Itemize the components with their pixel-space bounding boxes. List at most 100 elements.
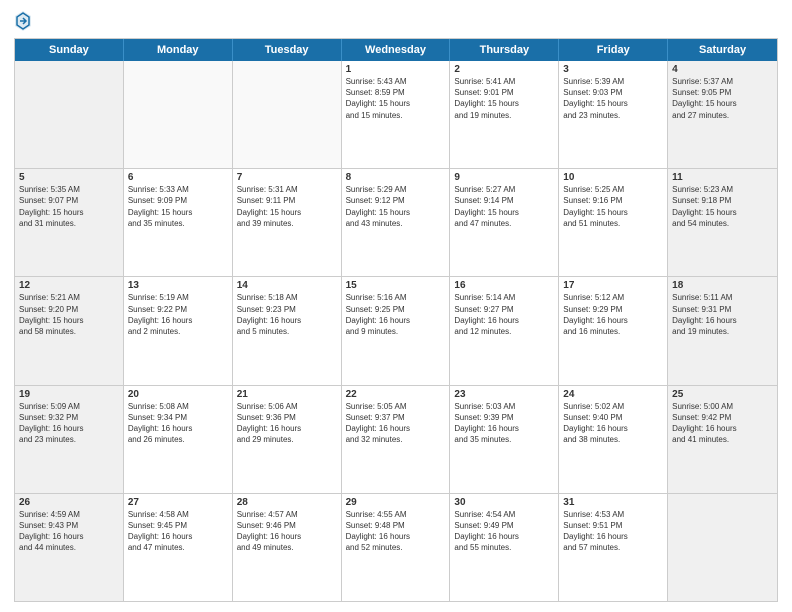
- day-info: Sunrise: 5:35 AM Sunset: 9:07 PM Dayligh…: [19, 184, 119, 229]
- day-header-thursday: Thursday: [450, 39, 559, 61]
- day-number: 31: [563, 497, 663, 508]
- page: SundayMondayTuesdayWednesdayThursdayFrid…: [0, 0, 792, 612]
- day-header-sunday: Sunday: [15, 39, 124, 61]
- day-cell: 13Sunrise: 5:19 AM Sunset: 9:22 PM Dayli…: [124, 277, 233, 384]
- day-number: 17: [563, 280, 663, 291]
- day-cell: [233, 61, 342, 168]
- day-header-monday: Monday: [124, 39, 233, 61]
- day-number: 6: [128, 172, 228, 183]
- day-cell: 6Sunrise: 5:33 AM Sunset: 9:09 PM Daylig…: [124, 169, 233, 276]
- day-number: 26: [19, 497, 119, 508]
- day-info: Sunrise: 5:11 AM Sunset: 9:31 PM Dayligh…: [672, 292, 773, 337]
- day-number: 9: [454, 172, 554, 183]
- day-info: Sunrise: 4:54 AM Sunset: 9:49 PM Dayligh…: [454, 509, 554, 554]
- day-info: Sunrise: 5:29 AM Sunset: 9:12 PM Dayligh…: [346, 184, 446, 229]
- day-info: Sunrise: 5:23 AM Sunset: 9:18 PM Dayligh…: [672, 184, 773, 229]
- day-info: Sunrise: 5:21 AM Sunset: 9:20 PM Dayligh…: [19, 292, 119, 337]
- day-info: Sunrise: 5:25 AM Sunset: 9:16 PM Dayligh…: [563, 184, 663, 229]
- day-info: Sunrise: 5:09 AM Sunset: 9:32 PM Dayligh…: [19, 401, 119, 446]
- day-cell: 15Sunrise: 5:16 AM Sunset: 9:25 PM Dayli…: [342, 277, 451, 384]
- day-header-tuesday: Tuesday: [233, 39, 342, 61]
- day-number: 23: [454, 389, 554, 400]
- day-cell: 16Sunrise: 5:14 AM Sunset: 9:27 PM Dayli…: [450, 277, 559, 384]
- day-number: 1: [346, 64, 446, 75]
- day-number: 12: [19, 280, 119, 291]
- day-number: 5: [19, 172, 119, 183]
- day-info: Sunrise: 5:16 AM Sunset: 9:25 PM Dayligh…: [346, 292, 446, 337]
- day-cell: 30Sunrise: 4:54 AM Sunset: 9:49 PM Dayli…: [450, 494, 559, 601]
- day-info: Sunrise: 5:37 AM Sunset: 9:05 PM Dayligh…: [672, 76, 773, 121]
- day-number: 21: [237, 389, 337, 400]
- header: [14, 10, 778, 32]
- day-info: Sunrise: 5:27 AM Sunset: 9:14 PM Dayligh…: [454, 184, 554, 229]
- day-info: Sunrise: 4:55 AM Sunset: 9:48 PM Dayligh…: [346, 509, 446, 554]
- day-number: 24: [563, 389, 663, 400]
- day-cell: 3Sunrise: 5:39 AM Sunset: 9:03 PM Daylig…: [559, 61, 668, 168]
- calendar-body: 1Sunrise: 5:43 AM Sunset: 8:59 PM Daylig…: [15, 61, 777, 601]
- day-cell: [124, 61, 233, 168]
- day-info: Sunrise: 5:41 AM Sunset: 9:01 PM Dayligh…: [454, 76, 554, 121]
- day-number: 30: [454, 497, 554, 508]
- day-cell: 10Sunrise: 5:25 AM Sunset: 9:16 PM Dayli…: [559, 169, 668, 276]
- day-cell: 14Sunrise: 5:18 AM Sunset: 9:23 PM Dayli…: [233, 277, 342, 384]
- day-info: Sunrise: 5:19 AM Sunset: 9:22 PM Dayligh…: [128, 292, 228, 337]
- day-info: Sunrise: 5:43 AM Sunset: 8:59 PM Dayligh…: [346, 76, 446, 121]
- day-header-friday: Friday: [559, 39, 668, 61]
- day-header-wednesday: Wednesday: [342, 39, 451, 61]
- day-cell: 29Sunrise: 4:55 AM Sunset: 9:48 PM Dayli…: [342, 494, 451, 601]
- day-cell: 11Sunrise: 5:23 AM Sunset: 9:18 PM Dayli…: [668, 169, 777, 276]
- week-row-4: 26Sunrise: 4:59 AM Sunset: 9:43 PM Dayli…: [15, 493, 777, 601]
- day-info: Sunrise: 5:08 AM Sunset: 9:34 PM Dayligh…: [128, 401, 228, 446]
- day-cell: [15, 61, 124, 168]
- day-number: 7: [237, 172, 337, 183]
- day-number: 14: [237, 280, 337, 291]
- day-number: 3: [563, 64, 663, 75]
- day-number: 4: [672, 64, 773, 75]
- logo: [14, 10, 36, 32]
- day-number: 16: [454, 280, 554, 291]
- week-row-0: 1Sunrise: 5:43 AM Sunset: 8:59 PM Daylig…: [15, 61, 777, 168]
- day-number: 18: [672, 280, 773, 291]
- day-number: 11: [672, 172, 773, 183]
- day-cell: 22Sunrise: 5:05 AM Sunset: 9:37 PM Dayli…: [342, 386, 451, 493]
- day-cell: 21Sunrise: 5:06 AM Sunset: 9:36 PM Dayli…: [233, 386, 342, 493]
- day-info: Sunrise: 5:05 AM Sunset: 9:37 PM Dayligh…: [346, 401, 446, 446]
- day-number: 19: [19, 389, 119, 400]
- day-info: Sunrise: 5:33 AM Sunset: 9:09 PM Dayligh…: [128, 184, 228, 229]
- day-number: 10: [563, 172, 663, 183]
- day-info: Sunrise: 5:39 AM Sunset: 9:03 PM Dayligh…: [563, 76, 663, 121]
- day-cell: 8Sunrise: 5:29 AM Sunset: 9:12 PM Daylig…: [342, 169, 451, 276]
- day-cell: 24Sunrise: 5:02 AM Sunset: 9:40 PM Dayli…: [559, 386, 668, 493]
- day-cell: 19Sunrise: 5:09 AM Sunset: 9:32 PM Dayli…: [15, 386, 124, 493]
- day-cell: 18Sunrise: 5:11 AM Sunset: 9:31 PM Dayli…: [668, 277, 777, 384]
- day-number: 20: [128, 389, 228, 400]
- day-info: Sunrise: 5:02 AM Sunset: 9:40 PM Dayligh…: [563, 401, 663, 446]
- day-number: 28: [237, 497, 337, 508]
- week-row-1: 5Sunrise: 5:35 AM Sunset: 9:07 PM Daylig…: [15, 168, 777, 276]
- day-info: Sunrise: 5:14 AM Sunset: 9:27 PM Dayligh…: [454, 292, 554, 337]
- day-info: Sunrise: 5:03 AM Sunset: 9:39 PM Dayligh…: [454, 401, 554, 446]
- day-headers: SundayMondayTuesdayWednesdayThursdayFrid…: [15, 39, 777, 61]
- logo-icon: [14, 10, 32, 32]
- day-info: Sunrise: 4:57 AM Sunset: 9:46 PM Dayligh…: [237, 509, 337, 554]
- week-row-2: 12Sunrise: 5:21 AM Sunset: 9:20 PM Dayli…: [15, 276, 777, 384]
- day-cell: 23Sunrise: 5:03 AM Sunset: 9:39 PM Dayli…: [450, 386, 559, 493]
- day-cell: 28Sunrise: 4:57 AM Sunset: 9:46 PM Dayli…: [233, 494, 342, 601]
- day-info: Sunrise: 5:18 AM Sunset: 9:23 PM Dayligh…: [237, 292, 337, 337]
- day-cell: 7Sunrise: 5:31 AM Sunset: 9:11 PM Daylig…: [233, 169, 342, 276]
- day-cell: [668, 494, 777, 601]
- day-cell: 26Sunrise: 4:59 AM Sunset: 9:43 PM Dayli…: [15, 494, 124, 601]
- day-cell: 1Sunrise: 5:43 AM Sunset: 8:59 PM Daylig…: [342, 61, 451, 168]
- day-info: Sunrise: 5:31 AM Sunset: 9:11 PM Dayligh…: [237, 184, 337, 229]
- day-cell: 31Sunrise: 4:53 AM Sunset: 9:51 PM Dayli…: [559, 494, 668, 601]
- day-number: 8: [346, 172, 446, 183]
- day-number: 27: [128, 497, 228, 508]
- day-header-saturday: Saturday: [668, 39, 777, 61]
- day-info: Sunrise: 4:58 AM Sunset: 9:45 PM Dayligh…: [128, 509, 228, 554]
- day-number: 22: [346, 389, 446, 400]
- day-cell: 17Sunrise: 5:12 AM Sunset: 9:29 PM Dayli…: [559, 277, 668, 384]
- day-cell: 20Sunrise: 5:08 AM Sunset: 9:34 PM Dayli…: [124, 386, 233, 493]
- day-number: 15: [346, 280, 446, 291]
- day-info: Sunrise: 5:00 AM Sunset: 9:42 PM Dayligh…: [672, 401, 773, 446]
- day-info: Sunrise: 5:06 AM Sunset: 9:36 PM Dayligh…: [237, 401, 337, 446]
